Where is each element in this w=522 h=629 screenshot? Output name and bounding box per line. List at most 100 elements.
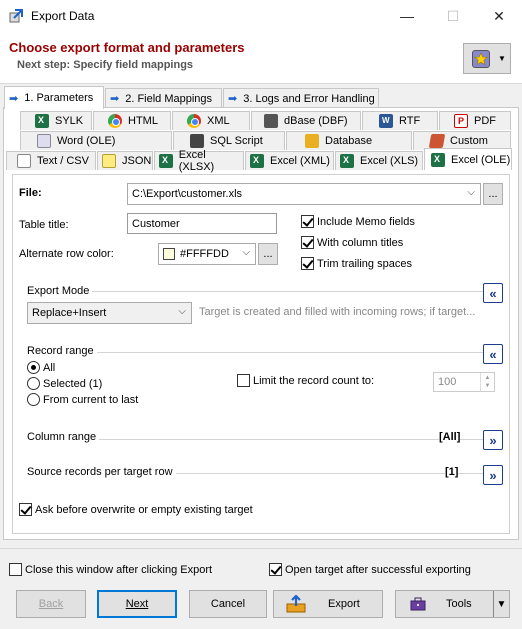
table-title-label: Table title: [19,219,69,231]
column-range-title: Column range [27,431,100,443]
wizard-header: Choose export format and parameters Next… [0,32,522,84]
minimize-button[interactable]: — [384,0,430,32]
chevron-down-icon: ⌵ [178,306,186,317]
tab-field-mappings[interactable]: ➡ 2. Field Mappings [105,88,222,108]
expand-source-records-button[interactable]: » [483,465,503,485]
close-button[interactable]: ✕ [476,0,522,32]
chevron-down-icon: ⌵ [242,247,250,258]
format-tab-rtf[interactable]: RTF [362,111,438,130]
checkbox-label: Ask before overwrite or empty existing t… [35,503,253,516]
format-tab-pdf[interactable]: PDF [439,111,511,130]
next-button[interactable]: Next [97,590,177,618]
column-titles-checkbox[interactable]: With column titles [301,236,403,249]
title-bar: Export Data — ☐ ✕ [0,0,522,32]
open-target-checkbox[interactable]: Open target after successful exporting [269,563,471,576]
checkbox-label: Limit the record count to: [253,374,375,387]
excel-icon [340,154,354,168]
format-tab-label: SQL Script [210,135,263,147]
format-tab-label: Excel (XLSX) [178,149,215,173]
checkbox-box [301,257,314,270]
maximize-button[interactable]: ☐ [430,0,476,32]
source-records-value: [1] [445,466,459,478]
text-icon [17,154,31,168]
format-tab-label: XML [207,115,230,127]
format-tab-label: Excel (XLS) [360,155,419,167]
checkbox-box [19,503,32,516]
header-subtitle: Next step: Specify field mappings [17,59,194,71]
source-records-title: Source records per target row [27,466,176,478]
star-icon [472,50,490,68]
format-tab-excel-xml[interactable]: Excel (XML) [245,151,334,170]
tab-logs-error-handling[interactable]: ➡ 3. Logs and Error Handling [223,88,379,108]
footer-separator [0,548,522,549]
double-chevron-left-icon: « [489,346,497,362]
include-memo-checkbox[interactable]: Include Memo fields [301,215,415,228]
range-all-radio[interactable]: All [27,361,55,374]
chevron-down-icon: ▼ [498,54,506,63]
collapse-record-range-button[interactable]: « [483,344,503,364]
format-tab-html[interactable]: HTML [93,111,171,130]
next-button-label: Next [125,598,149,610]
ask-overwrite-checkbox[interactable]: Ask before overwrite or empty existing t… [19,503,253,516]
color-picker-button[interactable]: ... [258,243,278,265]
limit-record-count-checkbox[interactable]: Limit the record count to: [237,374,374,387]
format-tab-excel-xls[interactable]: Excel (XLS) [335,151,423,170]
tools-dropdown-icon[interactable]: ▼ [493,591,509,617]
word-doc-icon [37,134,51,148]
tab-label: 2. Field Mappings [125,92,213,105]
export-app-icon [9,8,25,24]
spinner-arrows-icon[interactable]: ▲ ▼ [480,373,494,391]
export-mode-section [29,291,491,292]
record-limit-spinner[interactable]: 100 ▲ ▼ [433,372,495,392]
close-after-export-checkbox[interactable]: Close this window after clicking Export [9,563,212,576]
format-tab-text-csv[interactable]: Text / CSV [6,151,96,170]
format-tab-excel-xlsx[interactable]: Excel (XLSX) [154,149,244,173]
header-title: Choose export format and parameters [9,40,245,55]
format-tab-excel-ole[interactable]: Excel (OLE) [424,148,512,170]
format-tab-database[interactable]: Database [286,131,412,150]
export-icon [286,594,308,613]
back-button[interactable]: Back [16,590,86,618]
arrow-right-icon: ➡ [110,93,120,105]
record-range-section [29,352,491,353]
expand-column-range-button[interactable]: » [483,430,503,450]
export-mode-value: Replace+Insert [32,307,107,319]
tools-button[interactable]: Tools ▼ [395,590,510,618]
alt-row-color-combo[interactable]: #FFFFDD ⌵ [158,243,256,265]
format-tab-json[interactable]: JSON [97,151,153,170]
excel-icon [35,114,49,128]
json-icon [102,154,116,168]
favorites-button[interactable]: ▼ [463,43,511,74]
file-label: File: [19,187,42,199]
format-tab-sylk[interactable]: SYLK [20,111,92,130]
file-path-value: C:\Export\customer.xls [132,188,243,200]
browse-file-button[interactable]: ... [483,183,503,205]
trim-spaces-checkbox[interactable]: Trim trailing spaces [301,257,412,270]
format-tab-sql-script[interactable]: SQL Script [173,131,285,150]
checkbox-box [269,563,282,576]
alt-row-color-value: #FFFFDD [180,248,229,260]
double-chevron-right-icon: » [489,432,497,448]
tab-parameters[interactable]: ➡ 1. Parameters [4,86,104,109]
range-current-to-last-radio[interactable]: From current to last [27,393,138,406]
format-tab-label: HTML [128,115,158,127]
collapse-export-mode-button[interactable]: « [483,283,503,303]
export-mode-select[interactable]: Replace+Insert ⌵ [27,302,192,324]
back-button-label: Back [38,598,64,610]
checkbox-label: Close this window after clicking Export [25,563,213,576]
range-selected-radio[interactable]: Selected (1) [27,377,102,390]
format-tab-dbase[interactable]: dBase (DBF) [251,111,361,130]
wizard-steps: ➡ 1. Parameters ➡ 2. Field Mappings ➡ 3.… [0,86,522,109]
format-tab-label: SYLK [55,115,84,127]
pdf-icon [454,114,468,128]
format-tab-word-ole[interactable]: Word (OLE) [20,131,172,150]
format-tab-label: dBase (DBF) [284,115,348,127]
cancel-button[interactable]: Cancel [189,590,267,618]
export-button[interactable]: Export [273,590,383,618]
table-title-input[interactable]: Customer [127,213,277,234]
format-tab-label: Custom [450,135,488,147]
format-tab-xml[interactable]: XML [172,111,250,130]
file-path-combo[interactable]: C:\Export\customer.xls ⌵ [127,183,481,205]
format-tab-label: PDF [474,115,496,127]
record-limit-value: 100 [438,376,457,388]
